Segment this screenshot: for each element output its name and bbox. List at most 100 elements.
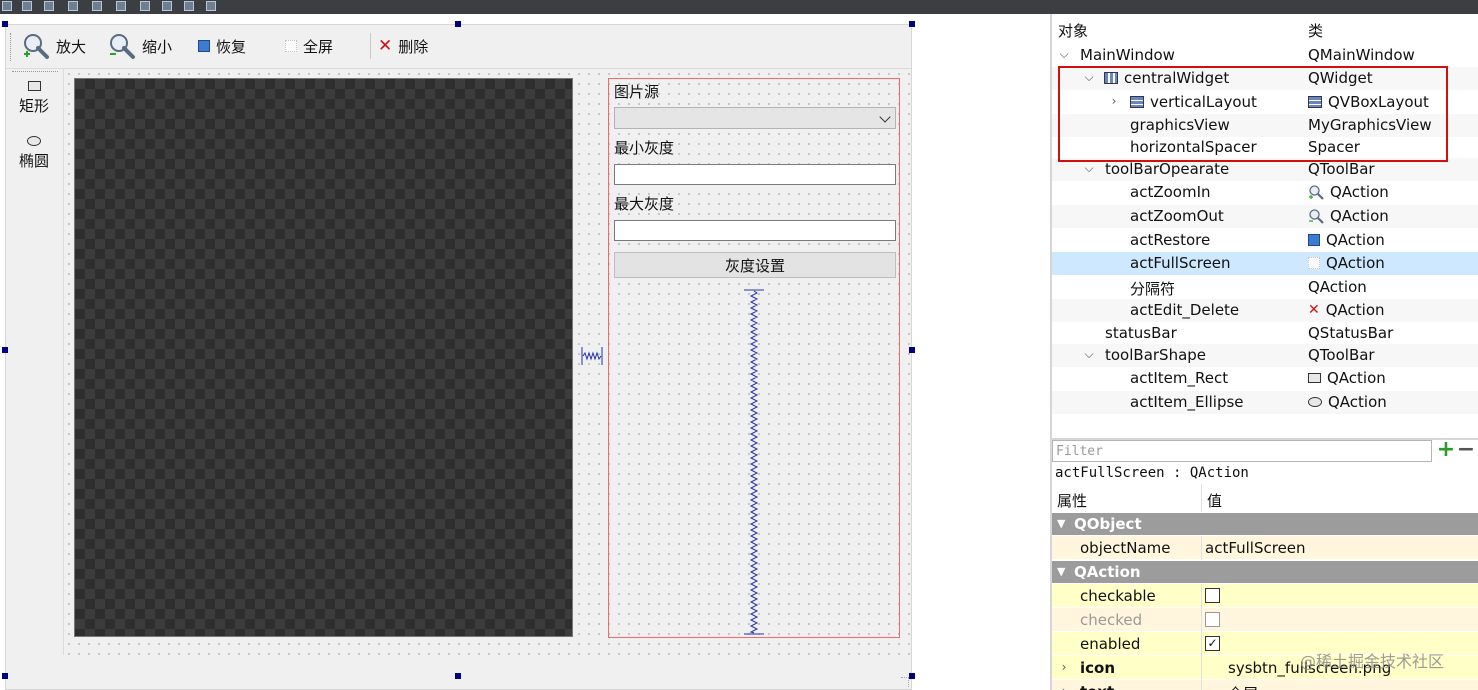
resize-handle[interactable] — [2, 347, 8, 353]
layout-form-icon[interactable] — [92, 1, 102, 11]
tree-row[interactable]: actItem_Ellipse QAction — [1052, 391, 1478, 414]
chevron-down-icon — [879, 111, 891, 123]
max-gray-input[interactable] — [614, 220, 896, 241]
row-divider — [1201, 584, 1202, 608]
resize-handle[interactable] — [909, 347, 915, 353]
tree-row[interactable]: 分隔符 QAction — [1052, 276, 1478, 299]
chevron-right-icon[interactable]: › — [1058, 661, 1070, 673]
group-qaction[interactable]: ▼ QAction — [1052, 561, 1478, 583]
group-title: QAction — [1074, 563, 1141, 581]
chevron-down-icon[interactable]: ⌵ — [1058, 48, 1070, 60]
class-label: QAction — [1308, 278, 1367, 296]
class-column-header[interactable]: 类 — [1308, 20, 1323, 41]
checked-checkbox[interactable] — [1205, 612, 1220, 627]
chevron-down-icon[interactable]: ▼ — [1057, 517, 1065, 530]
chevron-down-icon[interactable]: ⌵ — [1083, 348, 1095, 360]
ellipse-icon — [27, 136, 41, 146]
vertical-spacer[interactable] — [744, 289, 764, 635]
restore-button[interactable]: 恢复 — [198, 31, 246, 61]
signal-slot-icon[interactable] — [206, 1, 216, 11]
property-row[interactable]: › text 全屏 — [1052, 680, 1478, 690]
object-column-header[interactable]: 对象 — [1058, 20, 1088, 41]
remove-property-button[interactable]: − — [1456, 439, 1476, 462]
zoom-out-button[interactable]: 缩小 — [108, 31, 172, 61]
toolbar-grip[interactable] — [12, 71, 58, 72]
size-grip[interactable] — [901, 677, 909, 687]
horizontal-spacer[interactable] — [581, 347, 603, 365]
resize-handle[interactable] — [909, 21, 915, 27]
widget-box-icon[interactable] — [2, 1, 12, 11]
object-class: QAction — [1308, 254, 1385, 272]
adjust-size-icon[interactable] — [162, 1, 172, 11]
layout-horizontal-icon[interactable] — [44, 1, 54, 11]
max-gray-label: 最大灰度 — [614, 195, 675, 213]
min-gray-label: 最小灰度 — [614, 139, 675, 157]
main-window-form[interactable]: 放大 缩小 恢复 全屏 ✕ 删除 矩形 椭圆 图片源 最小灰度 最大灰度 灰度设… — [5, 24, 912, 690]
fullscreen-button[interactable]: 全屏 — [285, 31, 333, 61]
property-value[interactable]: actFullScreen — [1205, 539, 1306, 557]
object-name: 分隔符 — [1130, 280, 1176, 298]
rectangle-icon — [1308, 373, 1321, 383]
property-row[interactable]: objectName actFullScreen — [1052, 536, 1478, 560]
class-label: QAction — [1328, 393, 1387, 411]
tree-row[interactable]: actRestore QAction — [1052, 229, 1478, 252]
toolbar-grip[interactable] — [10, 33, 12, 61]
value-column-header[interactable]: 值 — [1207, 490, 1222, 511]
tree-row[interactable]: ⌵ MainWindow QMainWindow — [1052, 44, 1478, 67]
min-gray-input[interactable] — [614, 164, 896, 185]
preview-icon[interactable] — [184, 1, 194, 11]
class-label: QMainWindow — [1308, 46, 1415, 64]
checkable-checkbox[interactable] — [1205, 588, 1220, 603]
object-class: QAction — [1308, 231, 1385, 249]
property-value[interactable]: 全屏 — [1228, 683, 1258, 690]
layout-vertical-icon[interactable] — [68, 1, 78, 11]
tree-row[interactable]: actItem_Rect QAction — [1052, 367, 1478, 390]
resize-handle[interactable] — [2, 673, 8, 679]
tree-row[interactable]: actEdit_Delete ✕ QAction — [1052, 299, 1478, 322]
tree-row[interactable]: actZoomIn QAction — [1052, 181, 1478, 204]
tree-row[interactable]: statusBar QStatusBar — [1052, 322, 1478, 345]
resize-handle[interactable] — [2, 21, 8, 27]
break-layout-icon[interactable] — [140, 1, 150, 11]
restore-icon — [1308, 234, 1320, 246]
group-title: QObject — [1074, 515, 1142, 533]
ellipse-button[interactable]: 椭圆 — [14, 136, 54, 171]
resize-handle[interactable] — [909, 673, 915, 679]
tree-row[interactable]: ⌵ toolBarShape QToolBar — [1052, 344, 1478, 367]
object-name: actZoomIn — [1130, 183, 1211, 201]
tree-row[interactable]: actZoomOut QAction — [1052, 205, 1478, 228]
property-key: objectName — [1080, 539, 1171, 557]
graphics-view[interactable] — [74, 78, 573, 637]
toolbar-operate: 放大 缩小 恢复 全屏 ✕ 删除 — [6, 25, 911, 69]
edit-widgets-icon[interactable] — [22, 1, 32, 11]
property-column-header[interactable]: 属性 — [1057, 490, 1087, 511]
rectangle-button[interactable]: 矩形 — [14, 81, 54, 116]
chevron-right-icon[interactable]: › — [1058, 685, 1070, 690]
zoom-in-button[interactable]: 放大 — [22, 31, 86, 61]
property-row[interactable]: checked — [1052, 608, 1478, 632]
layout-grid-icon[interactable] — [116, 1, 126, 11]
chevron-down-icon[interactable]: ▼ — [1057, 565, 1065, 578]
resize-handle[interactable] — [455, 21, 461, 27]
designer-canvas: 放大 缩小 恢复 全屏 ✕ 删除 矩形 椭圆 图片源 最小灰度 最大灰度 灰度设… — [0, 14, 1050, 690]
property-row[interactable]: checkable — [1052, 584, 1478, 608]
filter-input[interactable]: Filter — [1052, 440, 1432, 462]
group-qobject[interactable]: ▼ QObject — [1052, 513, 1478, 535]
add-property-button[interactable]: + — [1436, 439, 1456, 462]
vertical-layout-panel[interactable]: 图片源 最小灰度 最大灰度 灰度设置 — [608, 78, 900, 638]
delete-button[interactable]: ✕ 删除 — [378, 31, 428, 61]
object-class: ✕ QAction — [1308, 301, 1385, 319]
zoom-out-icon — [1309, 209, 1324, 224]
zoom-out-icon — [108, 32, 136, 60]
central-widget[interactable]: 图片源 最小灰度 最大灰度 灰度设置 — [64, 69, 911, 655]
object-name: actEdit_Delete — [1130, 301, 1240, 319]
ellipse-icon — [1308, 397, 1322, 407]
gray-setting-button[interactable]: 灰度设置 — [614, 252, 896, 278]
image-source-combo[interactable] — [614, 107, 896, 129]
tree-row-selected[interactable]: actFullScreen QAction — [1052, 252, 1478, 275]
chevron-down-icon[interactable]: ⌵ — [1083, 162, 1095, 174]
enabled-checkbox[interactable]: ✓ — [1205, 636, 1220, 651]
toolbar-separator — [370, 33, 371, 59]
resize-handle[interactable] — [455, 673, 461, 679]
fullscreen-icon — [285, 40, 297, 52]
